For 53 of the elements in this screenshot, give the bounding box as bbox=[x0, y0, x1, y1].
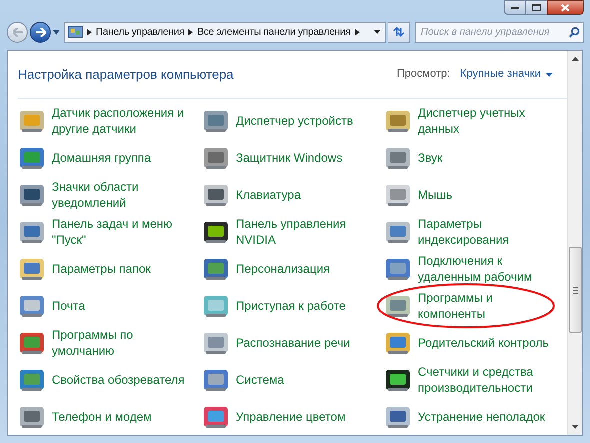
control-panel-icon bbox=[68, 26, 83, 38]
scrollbar[interactable] bbox=[567, 51, 582, 435]
applet-link[interactable]: Управление цветом bbox=[236, 408, 382, 424]
applet-link[interactable]: Свойства обозревателя bbox=[52, 372, 198, 388]
view-dropdown[interactable]: Крупные значки bbox=[460, 66, 553, 83]
applet-link[interactable]: Программы по умолчанию bbox=[52, 326, 198, 358]
applet-link[interactable]: Персонализация bbox=[236, 260, 382, 276]
breadcrumb-item[interactable]: Все элементы панели управления bbox=[197, 24, 351, 40]
chevron-icon bbox=[354, 28, 360, 36]
arrow-left-icon bbox=[12, 28, 22, 36]
address-bar[interactable]: Панель управления Все элементы панели управления bbox=[64, 22, 386, 42]
forward-button[interactable] bbox=[30, 22, 51, 42]
applet-link[interactable]: Панель задач и меню "Пуск" bbox=[52, 216, 198, 248]
scroll-down-icon[interactable] bbox=[572, 425, 578, 429]
applet-link[interactable]: Система bbox=[236, 372, 382, 388]
arrow-right-icon bbox=[36, 28, 46, 36]
refresh-icon bbox=[392, 27, 404, 37]
search-field[interactable]: Поиск в панели управления bbox=[415, 22, 584, 42]
view-label: Просмотр: bbox=[397, 67, 450, 82]
search-icon[interactable] bbox=[569, 26, 580, 38]
close-icon bbox=[561, 4, 570, 12]
applet-link[interactable]: Устранение неполадок bbox=[418, 408, 554, 424]
applet-link[interactable]: Параметры индексирования bbox=[418, 216, 554, 248]
applet-link[interactable]: Счетчики и средства производительности bbox=[418, 364, 554, 396]
chevron-icon bbox=[188, 28, 194, 36]
applet-link[interactable]: Панель управления NVIDIA bbox=[236, 216, 382, 248]
caret-icon bbox=[546, 72, 553, 76]
page-heading: Настройка параметров компьютера bbox=[18, 66, 234, 84]
applet-link[interactable]: Домашняя группа bbox=[52, 150, 198, 166]
scrollbar-thumb[interactable] bbox=[568, 247, 582, 333]
refresh-button[interactable] bbox=[388, 22, 410, 42]
applet-link[interactable]: Параметры папок bbox=[52, 260, 198, 276]
applet-link[interactable]: Датчик расположения и другие датчики bbox=[52, 104, 198, 136]
applet-link[interactable]: Родительский контроль bbox=[418, 334, 554, 350]
applet-link[interactable]: Телефон и модем bbox=[52, 408, 198, 424]
applet-link[interactable]: Мышь bbox=[418, 186, 554, 202]
applet-link[interactable]: Подключения к удаленным рабочим bbox=[418, 252, 554, 284]
chevron-icon bbox=[87, 28, 92, 36]
applet-link[interactable]: Почта bbox=[52, 298, 198, 314]
applet-link[interactable]: Звук bbox=[418, 150, 554, 166]
applet-link[interactable]: Диспетчер устройств bbox=[236, 112, 382, 128]
applet-link[interactable]: Распознавание речи bbox=[236, 334, 382, 350]
applet-link[interactable]: Диспетчер учетных данных bbox=[418, 104, 554, 136]
applet-link[interactable]: Приступая к работе bbox=[236, 298, 382, 314]
close-button[interactable] bbox=[547, 0, 584, 15]
applet-link[interactable]: Значки области уведомлений bbox=[52, 178, 198, 210]
applet-link[interactable]: Защитник Windows bbox=[236, 150, 382, 166]
scroll-up-icon[interactable] bbox=[572, 57, 578, 61]
minimize-button[interactable] bbox=[504, 0, 526, 15]
breadcrumb-item[interactable]: Панель управления bbox=[96, 24, 184, 40]
applet-link[interactable]: Клавиатура bbox=[236, 186, 382, 202]
maximize-button[interactable] bbox=[526, 0, 547, 15]
dropdown-icon[interactable] bbox=[374, 30, 381, 34]
